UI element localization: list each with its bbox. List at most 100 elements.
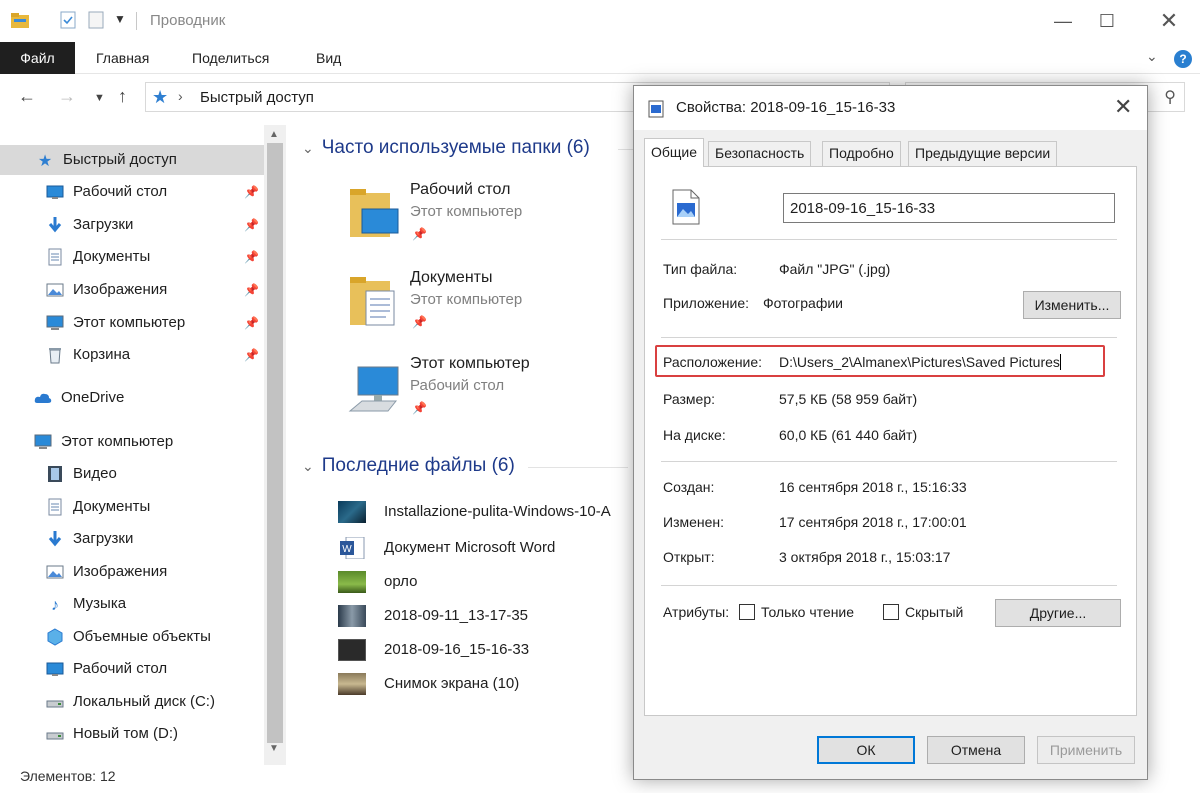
folder-name: Документы — [410, 269, 493, 286]
modified-label: Изменен: — [663, 514, 725, 530]
recent-files-header[interactable]: ⌄ Последние файлы (6) — [302, 455, 515, 477]
jpg-file-icon — [672, 189, 700, 225]
folder-name: Рабочий стол — [410, 181, 511, 198]
image-thumbnail — [338, 639, 366, 661]
pin-icon[interactable]: 📌 — [244, 316, 259, 330]
hidden-label[interactable]: Скрытый — [905, 604, 963, 620]
customize-quick-access-icon[interactable]: ▼ — [114, 12, 134, 32]
back-arrow-icon[interactable]: ← — [18, 86, 36, 107]
sidebar-item[interactable]: OneDrive — [0, 383, 264, 413]
breadcrumb-chevron-icon[interactable]: › — [178, 88, 183, 104]
opened-value: 3 октября 2018 г., 15:03:17 — [779, 549, 951, 565]
frequent-folder-item[interactable]: Этот компьютер Рабочий стол 📌 — [288, 351, 578, 431]
up-arrow-icon[interactable]: ↑ — [118, 86, 127, 107]
recent-file-item[interactable]: 2018-09-11_13-17-35 — [338, 601, 658, 631]
recent-file-item[interactable]: Installazione-pulita-Windows-10-A — [338, 497, 658, 527]
sidebar-item[interactable]: Корзина 📌 — [0, 340, 264, 370]
app-value: Фотографии — [763, 295, 844, 311]
new-folder-quick-icon[interactable] — [86, 10, 106, 30]
folder-location: Рабочий стол — [410, 377, 505, 394]
pin-icon[interactable]: 📌 — [244, 283, 259, 297]
tab-view[interactable]: Вид — [300, 42, 357, 74]
explorer-folder-icon — [11, 13, 29, 28]
recent-locations-icon[interactable]: ▼ — [94, 92, 105, 104]
tab-previous-versions[interactable]: Предыдущие версии — [908, 141, 1058, 166]
pin-icon: 📌 — [412, 401, 427, 415]
recent-file-item[interactable]: Снимок экрана (10) — [338, 669, 658, 699]
pin-icon[interactable]: 📌 — [244, 348, 259, 362]
pin-icon[interactable]: 📌 — [244, 185, 259, 199]
scrollbar-thumb[interactable] — [267, 143, 283, 743]
help-icon[interactable]: ? — [1174, 50, 1192, 68]
tab-home[interactable]: Главная — [80, 42, 165, 74]
tab-details[interactable]: Подробно — [822, 141, 901, 166]
pin-icon[interactable]: 📌 — [244, 250, 259, 264]
recent-file-name: Снимок экрана (10) — [384, 675, 520, 692]
properties-quick-icon[interactable] — [58, 10, 78, 30]
location-value[interactable]: D:\Users_2\Almanex\Pictures\Saved Pictur… — [779, 354, 1061, 370]
collapse-chevron-icon[interactable]: ⌄ — [302, 140, 314, 156]
sidebar-item[interactable]: Изображения — [0, 557, 264, 587]
recent-file-item[interactable]: W Документ Microsoft Word — [338, 533, 658, 563]
sidebar-item[interactable]: Новый том (D:) — [0, 719, 264, 749]
sidebar-item[interactable]: Документы — [0, 492, 264, 522]
music-icon: ♪ — [51, 597, 59, 613]
search-icon[interactable]: ⚲ — [1164, 87, 1176, 107]
collapse-chevron-icon[interactable]: ⌄ — [302, 458, 314, 474]
minimize-icon[interactable]: — — [1040, 6, 1086, 36]
sidebar-item[interactable]: ★ Быстрый доступ — [0, 145, 264, 175]
maximize-icon[interactable]: ☐ — [1084, 6, 1130, 36]
sidebar-item[interactable]: Видео — [0, 459, 264, 489]
close-icon[interactable]: ✕ — [1146, 6, 1192, 36]
file-name-field[interactable] — [783, 193, 1115, 223]
recent-file-item[interactable]: орло — [338, 567, 658, 597]
readonly-label[interactable]: Только чтение — [761, 604, 854, 620]
attributes-label: Атрибуты: — [663, 604, 730, 620]
sidebar-item[interactable]: Загрузки 📌 — [0, 210, 264, 240]
frequent-folder-item[interactable]: Документы Этот компьютер 📌 — [288, 265, 578, 345]
tab-share[interactable]: Поделиться — [176, 42, 285, 74]
sidebar-item[interactable]: Этот компьютер — [0, 427, 264, 457]
drive-icon — [46, 700, 64, 708]
recent-file-item[interactable]: 2018-09-16_15-16-33 — [338, 635, 658, 665]
expand-ribbon-icon[interactable]: ⌄ — [1146, 48, 1158, 65]
window-title: Проводник — [150, 12, 226, 29]
sidebar-item[interactable]: Документы 📌 — [0, 242, 264, 272]
pin-icon[interactable]: 📌 — [244, 218, 259, 232]
tab-file[interactable]: Файл — [0, 42, 75, 74]
pictures-icon — [46, 565, 64, 579]
sidebar-item[interactable]: Локальный диск (C:) — [0, 687, 264, 717]
sidebar-item[interactable]: Рабочий стол 📌 — [0, 177, 264, 207]
sidebar-scrollbar[interactable]: ▲ ▼ — [264, 125, 286, 765]
pictures-icon — [46, 283, 64, 297]
recent-files-title: Последние файлы (6) — [321, 455, 515, 476]
recent-file-name: 2018-09-11_13-17-35 — [384, 607, 529, 624]
divider — [661, 239, 1117, 240]
sidebar-item-label: Загрузки — [73, 216, 134, 233]
apply-button[interactable]: Применить — [1037, 736, 1135, 764]
sidebar-item-label: Документы — [73, 498, 151, 515]
scroll-up-icon[interactable]: ▲ — [269, 129, 279, 140]
sidebar-item[interactable]: ♪ Музыка — [0, 589, 264, 619]
frequent-folders-header[interactable]: ⌄ Часто используемые папки (6) — [302, 137, 590, 159]
sidebar-item[interactable]: Этот компьютер 📌 — [0, 308, 264, 338]
sidebar-item[interactable]: Изображения 📌 — [0, 275, 264, 305]
breadcrumb[interactable]: Быстрый доступ — [200, 89, 314, 106]
readonly-checkbox[interactable] — [739, 604, 755, 620]
cancel-button[interactable]: Отмена — [927, 736, 1025, 764]
dialog-close-icon[interactable]: ✕ — [1114, 94, 1132, 120]
tab-security[interactable]: Безопасность — [708, 141, 812, 166]
forward-arrow-icon[interactable]: → — [58, 86, 76, 107]
dialog-titlebar[interactable]: Свойства: 2018-09-16_15-16-33 ✕ — [634, 86, 1147, 130]
pin-icon: 📌 — [412, 227, 427, 241]
frequent-folder-item[interactable]: Рабочий стол Этот компьютер 📌 — [288, 177, 578, 257]
sidebar-item[interactable]: Объемные объекты — [0, 622, 264, 652]
change-button[interactable]: Изменить... — [1023, 291, 1121, 319]
sidebar-item[interactable]: Рабочий стол — [0, 654, 264, 684]
scroll-down-icon[interactable]: ▼ — [269, 743, 279, 754]
other-attributes-button[interactable]: Другие... — [995, 599, 1121, 627]
ok-button[interactable]: ОК — [817, 736, 915, 764]
hidden-checkbox[interactable] — [883, 604, 899, 620]
tab-general[interactable]: Общие — [644, 138, 705, 167]
sidebar-item[interactable]: Загрузки — [0, 524, 264, 554]
